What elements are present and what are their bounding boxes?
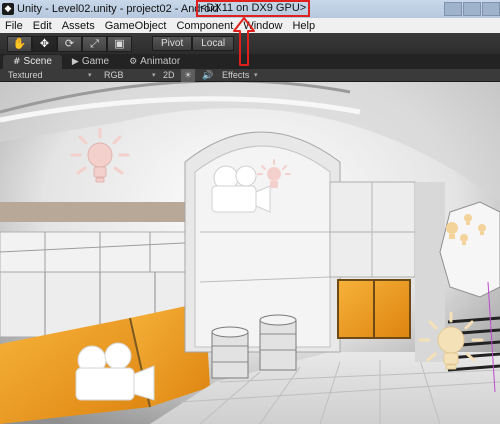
rect-icon: ▣	[114, 36, 125, 50]
maximize-button[interactable]	[463, 2, 481, 16]
tab-animator[interactable]: ⚙ Animator	[119, 55, 190, 69]
light-cluster-icon[interactable]	[440, 208, 500, 248]
game-icon: ▶	[71, 57, 79, 67]
draw-mode-label: Textured	[8, 70, 43, 80]
light-bulb-icon[interactable]	[416, 310, 486, 382]
light-bulb-icon[interactable]	[68, 127, 132, 197]
annotation-arrow-icon	[233, 17, 255, 66]
window-controls	[443, 0, 500, 18]
rotate-icon: ⟳	[64, 36, 75, 50]
pivot-toggle[interactable]: Pivot	[152, 36, 193, 51]
unity-logo-icon: ◆	[2, 3, 14, 15]
menu-assets[interactable]: Assets	[62, 20, 95, 32]
scene-toolbar: Textured ▾ RGB ▾ 2D ☀ 🔊 Effects ▾	[0, 69, 500, 82]
tab-game[interactable]: ▶ Game	[62, 55, 119, 69]
scene-icon: #	[13, 57, 21, 67]
rect-tool-button[interactable]: ▣	[107, 35, 132, 52]
speaker-icon: 🔊	[202, 70, 214, 80]
effects-arrow-icon: ▾	[254, 71, 258, 79]
render-mode-label: RGB	[104, 70, 124, 80]
rotate-tool-button[interactable]: ⟳	[57, 35, 82, 52]
tab-animator-label: Animator	[140, 56, 181, 67]
transform-tools: ✋ ✥ ⟳ ⤢ ▣	[7, 35, 132, 52]
sun-icon: ☀	[184, 70, 193, 80]
animator-icon: ⚙	[129, 57, 138, 67]
menu-gameobject[interactable]: GameObject	[105, 20, 167, 32]
mode-2d-toggle[interactable]: 2D	[163, 69, 175, 82]
render-mode-arrow-icon: ▾	[152, 71, 156, 79]
light-bulb-icon[interactable]	[254, 158, 294, 198]
draw-mode-arrow-icon: ▾	[88, 71, 92, 79]
menu-help[interactable]: Help	[292, 20, 315, 32]
tab-scene[interactable]: # Scene	[3, 55, 62, 69]
close-button[interactable]	[482, 2, 500, 16]
effects-label: Effects	[222, 70, 250, 80]
tab-game-label: Game	[81, 56, 110, 67]
gpu-label-highlight: <DX11 on DX9 GPU>	[196, 0, 311, 17]
tab-scene-label: Scene	[23, 56, 52, 67]
render-mode-dropdown[interactable]: RGB	[104, 69, 124, 82]
move-tool-button[interactable]: ✥	[32, 35, 57, 52]
draw-mode-dropdown[interactable]: Textured	[8, 69, 43, 82]
effects-dropdown[interactable]: Effects	[222, 69, 249, 82]
hand-tool-button[interactable]: ✋	[7, 35, 32, 52]
window-title: Unity - Level02.unity - project02 - Andr…	[17, 3, 219, 15]
move-icon: ✥	[39, 36, 50, 50]
scene-audio-toggle[interactable]: 🔊	[202, 69, 213, 82]
menu-edit[interactable]: Edit	[33, 20, 52, 32]
camera-icon[interactable]	[68, 340, 156, 404]
menu-file[interactable]: File	[5, 20, 23, 32]
scale-tool-button[interactable]: ⤢	[82, 35, 107, 52]
menu-component[interactable]: Component	[176, 20, 233, 32]
hand-icon: ✋	[12, 36, 27, 50]
minimize-button[interactable]	[444, 2, 462, 16]
scene-lighting-toggle[interactable]: ☀	[181, 69, 196, 82]
scene-viewport[interactable]	[0, 82, 500, 424]
title-bar: ◆ Unity - Level02.unity - project02 - An…	[0, 0, 500, 18]
local-toggle[interactable]: Local	[192, 36, 235, 51]
scale-icon: ⤢	[90, 36, 99, 50]
pivot-controls: Pivot Local	[152, 36, 235, 51]
